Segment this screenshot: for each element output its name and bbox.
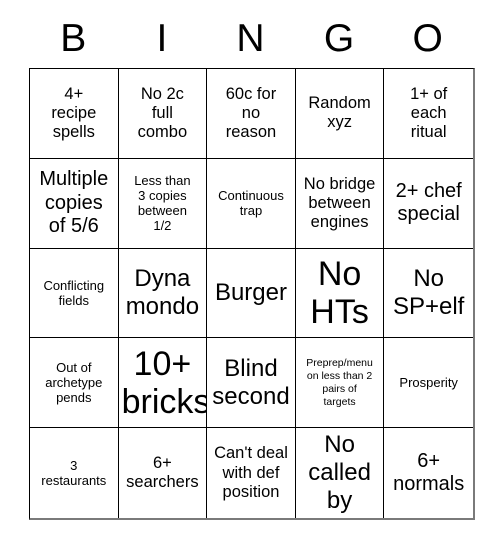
bingo-cell[interactable]: 60c for no reason xyxy=(207,69,296,159)
bingo-cell[interactable]: No SP+elf xyxy=(384,248,473,339)
bingo-grid: 4+ recipe spells No 2c full combo 60c fo… xyxy=(29,68,475,520)
bingo-cell[interactable]: Burger xyxy=(207,248,296,339)
bingo-cell-label: Dyna mondo xyxy=(125,265,200,320)
bingo-cell[interactable]: 6+ normals xyxy=(384,428,473,518)
bingo-cell[interactable]: 2+ chef special xyxy=(384,158,473,249)
bingo-cell-label: No 2c full combo xyxy=(137,84,188,141)
bingo-header-letter-i: I xyxy=(156,16,168,60)
bingo-cell[interactable]: No 2c full combo xyxy=(118,69,208,159)
bingo-cell-label: Can't deal with def position xyxy=(214,444,288,501)
bingo-cell-label: Conflicting fields xyxy=(43,277,105,308)
bingo-cell[interactable]: Prosperity xyxy=(384,338,473,429)
bingo-cell-label: Blind second xyxy=(212,354,290,410)
bingo-header-letter-n: N xyxy=(236,16,265,60)
bingo-cell[interactable]: Random xyz xyxy=(295,69,385,159)
bingo-cell-label: Random xyz xyxy=(308,94,371,132)
bingo-header-letter-o: O xyxy=(412,16,443,60)
bingo-cell-label: No bridge between engines xyxy=(303,174,376,231)
bingo-cell-label: Prosperity xyxy=(399,375,458,391)
bingo-row: Multiple copies of 5/6 Less than 3 copie… xyxy=(30,158,473,249)
bingo-cell[interactable]: 3 restaurants xyxy=(30,428,119,518)
bingo-cell[interactable]: Less than 3 copies between 1/2 xyxy=(118,158,208,249)
bingo-cell[interactable]: Out of archetype pends xyxy=(30,338,119,429)
bingo-cell-label: Burger xyxy=(214,279,287,307)
bingo-cell[interactable]: 4+ recipe spells xyxy=(30,69,119,159)
bingo-cell-label: No HTs xyxy=(310,254,369,331)
bingo-row: Out of archetype pends 10+ bricks Blind … xyxy=(30,338,473,429)
bingo-header-row: B I N G O xyxy=(29,8,472,68)
bingo-cell[interactable]: Preprep/menu on less than 2 pairs of tar… xyxy=(295,338,385,429)
bingo-card: B I N G O 4+ recipe spells No 2c full co… xyxy=(29,8,475,520)
bingo-cell-label: No called by xyxy=(308,431,371,514)
bingo-cell[interactable]: Multiple copies of 5/6 xyxy=(30,158,119,249)
bingo-header-letter-g: G xyxy=(323,16,355,60)
bingo-cell-label: 6+ searchers xyxy=(126,453,199,492)
bingo-row: Conflicting fields Dyna mondo Burger No … xyxy=(30,248,473,339)
bingo-row: 4+ recipe spells No 2c full combo 60c fo… xyxy=(30,69,473,159)
bingo-cell[interactable]: 1+ of each ritual xyxy=(384,69,473,159)
bingo-cell-label: Out of archetype pends xyxy=(45,360,103,406)
bingo-cell[interactable]: No bridge between engines xyxy=(295,158,385,249)
bingo-cell-label: 4+ recipe spells xyxy=(51,84,97,141)
bingo-cell[interactable]: 6+ searchers xyxy=(118,428,208,518)
bingo-cell[interactable]: Conflicting fields xyxy=(30,248,119,339)
bingo-cell-label: 2+ chef special xyxy=(395,180,462,226)
bingo-cell-label: Multiple copies of 5/6 xyxy=(39,168,109,237)
bingo-cell-label: 1+ of each ritual xyxy=(410,84,448,141)
bingo-cell-label: 60c for no reason xyxy=(225,84,277,141)
bingo-cell[interactable]: 10+ bricks xyxy=(118,338,208,429)
bingo-cell[interactable]: Blind second xyxy=(207,338,296,429)
bingo-cell[interactable]: Can't deal with def position xyxy=(207,428,296,518)
bingo-row: 3 restaurants 6+ searchers Can't deal wi… xyxy=(30,428,473,518)
bingo-cell-label: Less than 3 copies between 1/2 xyxy=(134,173,191,234)
bingo-cell[interactable]: Continuous trap xyxy=(207,158,296,249)
bingo-cell[interactable]: No HTs xyxy=(295,248,385,339)
bingo-cell-label: Preprep/menu on less than 2 pairs of tar… xyxy=(306,357,373,408)
bingo-cell[interactable]: No called by xyxy=(295,428,385,518)
bingo-cell[interactable]: Dyna mondo xyxy=(118,248,208,339)
bingo-header-letter-b: B xyxy=(60,16,87,60)
bingo-cell-label: 6+ normals xyxy=(393,449,465,496)
bingo-cell-label: 3 restaurants xyxy=(41,458,107,489)
bingo-cell-label: 10+ bricks xyxy=(121,344,208,421)
bingo-cell-label: No SP+elf xyxy=(392,265,465,320)
bingo-cell-label: Continuous trap xyxy=(218,188,284,219)
